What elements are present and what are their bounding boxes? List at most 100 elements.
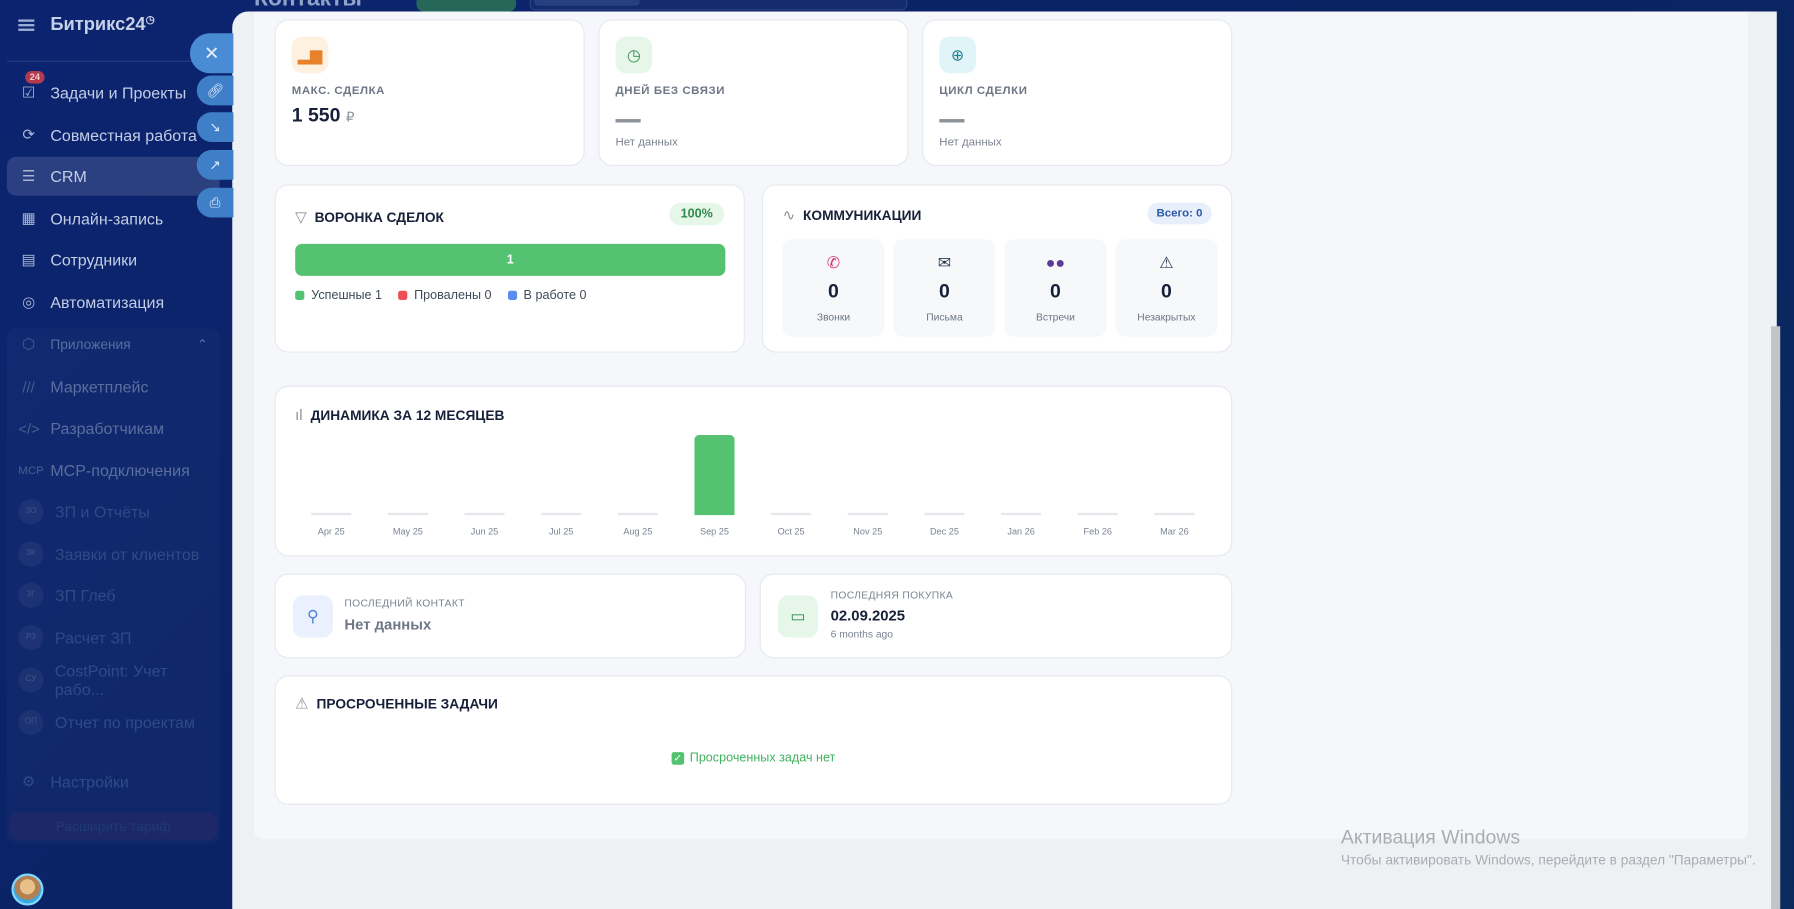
- x-tick-label: Jan 26: [1007, 526, 1035, 537]
- user-icon: ⚲: [292, 595, 333, 638]
- sidebar-item-developers[interactable]: </> Разработчикам: [7, 409, 220, 448]
- sidebar-item-app[interactable]: ЗО ЗП и Отчёты: [7, 492, 220, 531]
- x-tick-label: Mar 26: [1160, 526, 1189, 537]
- copy-link-button[interactable]: 🔗︎: [196, 75, 234, 106]
- sidebar-item-crm[interactable]: ☰ CRM: [6, 156, 220, 196]
- windows-activation-text: Чтобы активировать Windows, перейдите в …: [1340, 851, 1756, 868]
- chevron-up-icon: ⌃: [196, 336, 209, 353]
- kpi-value: 1 550 ₽: [292, 104, 355, 127]
- sidebar-item-app[interactable]: ОП Отчет по проектам: [7, 703, 220, 742]
- avatar[interactable]: [11, 873, 44, 906]
- tile-value: 0: [1160, 280, 1172, 303]
- comms-title: ∿ КОММУНИКАЦИИ: [783, 206, 922, 224]
- open-new-window-button[interactable]: ↗: [196, 149, 234, 180]
- tile-value: 0: [1050, 280, 1061, 303]
- sidebar-item-app[interactable]: ЗГ ЗП Глеб: [7, 576, 220, 615]
- communications-card: ∿ КОММУНИКАЦИИ Всего: 0 ✆ 0 Звонки ✉ 0 Письма…: [761, 184, 1233, 353]
- robot-icon: ◎: [22, 293, 36, 311]
- chart-bar-empty: [847, 512, 888, 516]
- sidebar-item-tasks[interactable]: ☑ 24 Задачи и Проекты: [7, 70, 220, 112]
- cube-icon: ⬡: [22, 335, 36, 353]
- currency: ₽: [345, 108, 355, 125]
- funnel-legend: Успешные 1 Провалены 0 В работе 0: [295, 288, 586, 302]
- sidebar-item-label: Настройки: [50, 772, 129, 792]
- last-purchase-label: ПОСЛЕДНЯЯ ПОКУПКА: [830, 589, 954, 602]
- arrow-down-right-icon: ↘: [209, 119, 221, 136]
- tile-meetings[interactable]: ●● 0 Встречи: [1004, 239, 1107, 337]
- x-tick-label: Dec 25: [929, 526, 959, 537]
- funnel-card: ▽ ВОРОНКА СДЕЛОК 100% 1 Успешные 1 Провал…: [274, 184, 745, 353]
- kpi-value-number: 1 550: [291, 104, 341, 126]
- chart-bar-empty: [1154, 512, 1195, 516]
- sidebar-item-settings[interactable]: ⚙ Настройки: [7, 762, 220, 801]
- create-button[interactable]: [416, 0, 516, 12]
- legend-swatch: [295, 290, 305, 300]
- download-button[interactable]: ↘: [196, 112, 234, 142]
- tile-label: Встречи: [1035, 311, 1075, 323]
- x-tick-label: Oct 25: [777, 526, 805, 537]
- search-input[interactable]: [529, 0, 908, 11]
- sidebar-item-label: Разработчикам: [50, 418, 165, 438]
- sidebar-item-label: Отчет по проектам: [54, 713, 195, 732]
- collab-icon: ⟳: [22, 125, 35, 144]
- dynamics-chart-card: ıl ДИНАМИКА ЗА 12 МЕСЯЦЕВ Apr 25 May 25 Jun…: [274, 385, 1233, 557]
- upgrade-tariff-button[interactable]: Расширить тариф: [9, 812, 218, 841]
- kpi-label: МАКС. СДЕЛКА: [291, 84, 386, 98]
- warning-icon: ⚠: [1159, 253, 1174, 272]
- chart-bar-empty: [924, 512, 965, 516]
- sidebar-item-label: MCP-подключения: [50, 461, 190, 480]
- sidebar-item-app[interactable]: ЗК Заявки от клиентов: [7, 535, 220, 574]
- task-check-icon: ☑: [21, 83, 36, 101]
- legend-failed: Провалены 0: [398, 288, 492, 303]
- sidebar-item-label: Автоматизация: [50, 293, 165, 312]
- card-title: ВОРОНКА СДЕЛОК: [314, 209, 444, 226]
- app-initials-icon: РЗ: [18, 625, 44, 651]
- x-tick-label: Jul 25: [548, 526, 574, 537]
- last-purchase-relative: 6 months ago: [830, 628, 894, 640]
- empty-text: Просроченных задач нет: [689, 750, 836, 765]
- windows-activation-title: Активация Windows: [1340, 826, 1521, 849]
- tile-emails[interactable]: ✉ 0 Письма: [893, 239, 996, 337]
- chart-bar-empty: [311, 512, 352, 516]
- tile-label: Незакрытых: [1137, 311, 1196, 323]
- sidebar-item-employees[interactable]: ▤ Сотрудники: [7, 240, 220, 279]
- printer-icon: ⎙: [209, 194, 221, 211]
- apps-group-header[interactable]: ⬡ Приложения ⌃: [7, 325, 220, 364]
- print-button[interactable]: ⎙: [196, 187, 234, 218]
- sidebar-item-collab[interactable]: ⟳ Совместная работа: [7, 116, 220, 155]
- sidebar-header: Битрикс24◷: [18, 14, 155, 36]
- sidebar-item-app[interactable]: CУ CostPoint: Учет рабо...: [7, 661, 220, 700]
- chart-bar-empty: [464, 512, 505, 516]
- app-initials-icon: ОП: [18, 709, 44, 735]
- sidebar-item-automation[interactable]: ◎ Автоматизация: [7, 283, 220, 322]
- legend-label: Провалены 0: [414, 288, 492, 303]
- link-icon: 🔗︎: [206, 82, 224, 99]
- last-contact-value: Нет данных: [344, 615, 432, 634]
- funnel-title: ▽ ВОРОНКА СДЕЛОК: [295, 208, 444, 226]
- external-link-icon: ↗: [209, 156, 221, 173]
- scrollbar[interactable]: [1771, 326, 1781, 909]
- legend-swatch: [507, 290, 517, 300]
- download-circle-icon: ⊕: [939, 36, 976, 74]
- tile-label: Звонки: [816, 311, 851, 323]
- sidebar-item-app[interactable]: РЗ Расчет ЗП: [7, 618, 220, 657]
- close-button[interactable]: ✕: [189, 33, 234, 74]
- x-tick-label: Jun 25: [470, 526, 499, 537]
- tile-calls[interactable]: ✆ 0 Звонки: [782, 239, 885, 337]
- sidebar-item-mcp[interactable]: MCP MCP-подключения: [7, 451, 220, 490]
- sidebar-item-label: Онлайн-запись: [50, 209, 164, 228]
- activity-icon: ∿: [782, 206, 796, 224]
- tile-unclosed[interactable]: ⚠ 0 Незакрытых: [1115, 239, 1218, 337]
- x-tick-label: Feb 26: [1083, 526, 1113, 537]
- menu-icon[interactable]: [18, 19, 35, 31]
- sidebar-item-marketplace[interactable]: /// Маркетплейс: [7, 367, 220, 406]
- sidebar-item-label: Совместная работа: [50, 125, 197, 145]
- funnel-success-bar: 1: [295, 243, 726, 276]
- sidebar-item-booking[interactable]: ▦ Онлайн-запись: [7, 199, 220, 238]
- legend-success: Успешные 1: [295, 288, 382, 302]
- chart-bar: [694, 435, 735, 516]
- app-initials-icon: ЗГ: [18, 582, 44, 608]
- logo[interactable]: Битрикс24◷: [50, 14, 154, 36]
- filter-icon: ▽: [295, 208, 307, 226]
- sidebar-item-label: ЗП и Отчёты: [54, 502, 150, 521]
